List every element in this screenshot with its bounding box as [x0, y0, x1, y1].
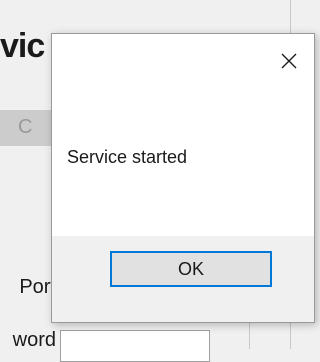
background-button[interactable]: C: [0, 110, 58, 146]
background-port-label: Port: [19, 276, 56, 298]
close-button[interactable]: [274, 46, 304, 76]
background-window-title: vic: [0, 27, 45, 65]
ok-button[interactable]: OK: [110, 251, 272, 287]
background-password-input[interactable]: [60, 330, 210, 362]
dialog-message: Service started: [67, 147, 188, 167]
dialog-footer: OK: [52, 236, 314, 322]
message-dialog: Service started OK: [51, 33, 315, 323]
close-icon: [281, 53, 297, 69]
background-button-label: C: [18, 116, 33, 138]
